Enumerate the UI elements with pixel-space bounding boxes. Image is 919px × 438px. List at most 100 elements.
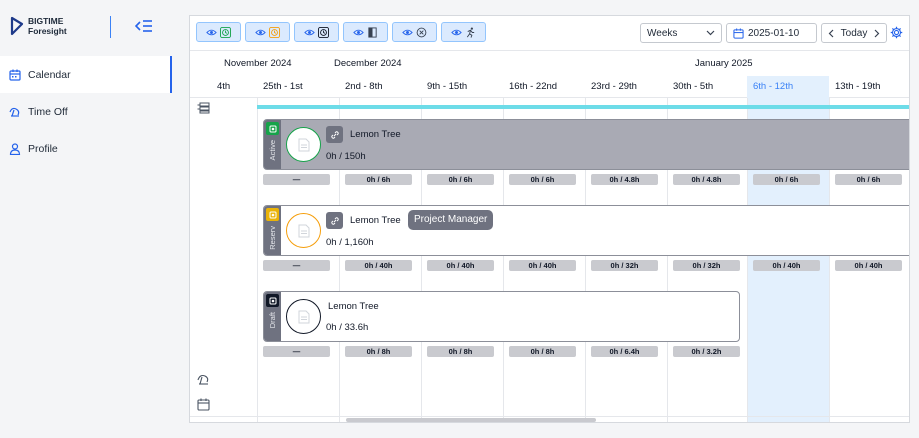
status-label: Reserv xyxy=(268,226,277,250)
weekly-hours-pill: 0h / 6h xyxy=(835,174,902,185)
chevron-down-icon xyxy=(706,30,715,36)
document-icon xyxy=(298,138,309,151)
status-tab: Draft xyxy=(264,292,281,341)
weekly-hours-pill: 0h / 32h xyxy=(673,260,740,271)
sidebar-item-label: Profile xyxy=(28,142,58,155)
weekly-hours-pill: 0h / 6h xyxy=(753,174,820,185)
time-off-icon xyxy=(9,107,20,117)
scrollbar-thumb[interactable] xyxy=(346,418,596,422)
calendar-panel: Weeks 2025-01-10 Today November 2024 Dec… xyxy=(189,15,910,423)
clock-check-icon xyxy=(220,26,231,38)
status-label: Active xyxy=(268,140,277,161)
view-select[interactable]: Weeks xyxy=(640,23,722,43)
filter-cancelled-button[interactable] xyxy=(392,22,437,42)
project-avatar xyxy=(286,213,321,248)
horizontal-scrollbar[interactable] xyxy=(190,416,909,422)
availability-bar xyxy=(257,105,909,109)
week-header: 4th 25th - 1st 2nd - 8th 9th - 15th 16th… xyxy=(190,76,909,98)
project-name: Lemon Tree xyxy=(350,215,401,226)
filter-time-off-button[interactable] xyxy=(441,22,486,42)
sidebar: BIGTIME Foresight Calendar Time Off Prof… xyxy=(0,0,172,438)
weekly-hours-pill: — xyxy=(263,260,330,271)
month-label: November 2024 xyxy=(224,58,292,69)
resource-rail xyxy=(190,98,257,422)
chevron-right-icon[interactable] xyxy=(874,29,880,38)
calendar-icon[interactable] xyxy=(197,398,210,411)
weekly-hours-pill: — xyxy=(263,346,330,357)
filter-draft-button[interactable] xyxy=(294,22,339,42)
document-icon xyxy=(298,310,309,323)
filter-reserved-button[interactable] xyxy=(245,22,290,42)
filter-active-button[interactable] xyxy=(196,22,241,42)
sidebar-nav: Calendar Time Off Profile xyxy=(0,56,172,167)
eye-icon xyxy=(402,29,413,35)
today-button[interactable]: Today xyxy=(841,28,868,39)
toolbar: Weeks 2025-01-10 Today xyxy=(190,16,909,51)
allocation-card-draft[interactable]: Draft Lemon Tree 0h / 33.6h xyxy=(263,291,740,342)
weekly-hours-pill: 0h / 3.2h xyxy=(673,346,740,357)
calendar-icon xyxy=(9,69,21,81)
week-label: 4th xyxy=(217,81,231,92)
chevron-left-icon[interactable] xyxy=(828,29,834,38)
week-label: 9th - 15th xyxy=(427,81,468,92)
bigtime-logo-icon xyxy=(10,16,24,36)
week-label-current: 6th - 12th xyxy=(747,76,829,98)
weekly-hours-pill: 0h / 40h xyxy=(345,260,412,271)
status-filters xyxy=(196,22,486,42)
link-icon[interactable] xyxy=(326,126,343,143)
eye-icon xyxy=(304,29,315,35)
weekly-hours-pill: 0h / 6.4h xyxy=(591,346,658,357)
weekly-hours-pill: 0h / 32h xyxy=(591,260,658,271)
sidebar-item-label: Calendar xyxy=(28,68,71,81)
brand-product: Foresight xyxy=(28,26,67,36)
weekly-hours-pill: 0h / 8h xyxy=(345,346,412,357)
status-label: Draft xyxy=(268,312,277,329)
logo-divider xyxy=(110,16,111,38)
weekly-hours-pill: 0h / 4.8h xyxy=(591,174,658,185)
allocation-hours: 0h / 150h xyxy=(326,151,366,162)
view-select-value: Weeks xyxy=(647,27,678,39)
clock-draft-icon xyxy=(318,26,329,38)
eye-icon xyxy=(353,29,364,35)
filter-closed-button[interactable] xyxy=(343,22,388,42)
brand-name: BIGTIME xyxy=(28,16,64,26)
weekly-hours-pill: 0h / 40h xyxy=(427,260,494,271)
gear-icon[interactable] xyxy=(890,26,903,39)
weekly-hours-pill: 0h / 40h xyxy=(753,260,820,271)
project-avatar xyxy=(286,127,321,162)
sidebar-item-calendar[interactable]: Calendar xyxy=(0,56,172,93)
eye-icon xyxy=(206,29,217,35)
week-label: 16th - 22nd xyxy=(509,81,558,92)
eye-icon xyxy=(255,29,266,35)
project-name: Lemon Tree xyxy=(350,129,401,140)
eye-icon xyxy=(451,29,462,35)
month-label: December 2024 xyxy=(334,58,402,69)
week-label: 2nd - 8th xyxy=(345,81,383,92)
weekly-hours-pill: 0h / 6h xyxy=(345,174,412,185)
allocation-card-active[interactable]: Active Lemon Tree 0h / 150h xyxy=(263,119,909,170)
person-icon xyxy=(9,142,21,155)
month-label: January 2025 xyxy=(695,58,753,69)
date-value: 2025-01-10 xyxy=(748,27,800,39)
project-name: Lemon Tree xyxy=(328,301,379,312)
link-icon[interactable] xyxy=(326,212,343,229)
weekly-hours-pill: 0h / 8h xyxy=(509,346,576,357)
weekly-hours-pill: — xyxy=(263,174,330,185)
sidebar-item-profile[interactable]: Profile xyxy=(0,130,172,167)
cancel-circle-icon xyxy=(416,27,427,37)
role-badge: Project Manager xyxy=(408,210,494,230)
date-picker[interactable]: 2025-01-10 xyxy=(726,23,817,43)
resource-stack-icon[interactable] xyxy=(197,101,210,114)
collapse-sidebar-icon[interactable] xyxy=(135,18,153,34)
weekly-hours-pill: 0h / 40h xyxy=(509,260,576,271)
week-label: 30th - 5th xyxy=(673,81,714,92)
allocation-card-reserved[interactable]: Reserv Lemon Tree Project Manager 0h / 1… xyxy=(263,205,909,256)
sidebar-item-label: Time Off xyxy=(28,105,68,118)
today-nav: Today xyxy=(821,23,887,43)
status-tab: Active xyxy=(264,120,281,169)
weekly-hours-pill: 0h / 6h xyxy=(427,174,494,185)
logo: BIGTIME Foresight xyxy=(10,16,67,36)
time-off-icon[interactable] xyxy=(197,373,210,386)
sidebar-item-time-off[interactable]: Time Off xyxy=(0,93,172,130)
weekly-hours-pill: 0h / 4.8h xyxy=(673,174,740,185)
